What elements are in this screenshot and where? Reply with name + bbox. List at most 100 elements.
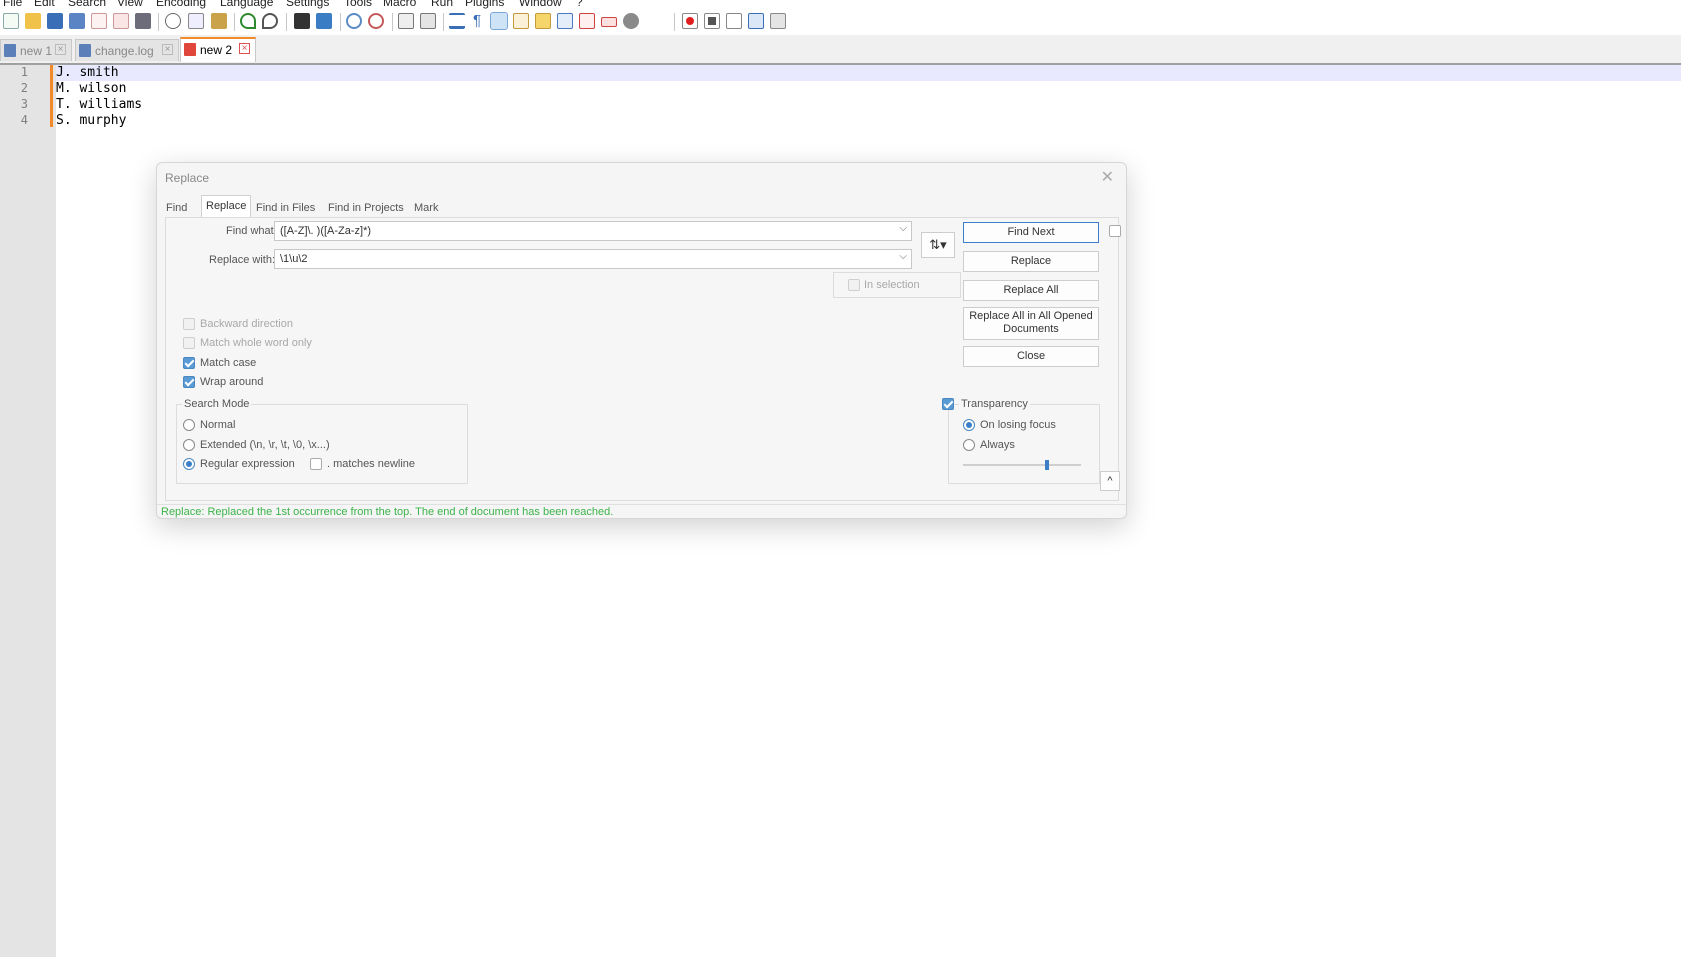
match-case-checkbox[interactable] [183, 357, 195, 369]
run-macro-multiple-icon[interactable] [748, 13, 764, 29]
tab-new-2[interactable]: new 2 × [180, 37, 256, 62]
chevron-down-icon[interactable]: ⌵ [899, 223, 907, 234]
line-number: 1 [20, 65, 28, 79]
regex-mode-radio[interactable] [183, 458, 195, 470]
code-line[interactable]: M. wilson [56, 81, 126, 96]
on-losing-focus-radio[interactable] [963, 419, 975, 431]
show-all-chars-icon[interactable]: ¶ [469, 13, 485, 29]
wrap-around-label: Wrap around [200, 376, 264, 388]
replace-tab-panel: Find what: ([A-Z]\. )([A-Za-z]*) ⌵ Repla… [165, 217, 1121, 501]
monitoring-icon[interactable] [623, 13, 639, 29]
normal-mode-radio[interactable] [183, 419, 195, 431]
wrap-around-checkbox[interactable] [183, 376, 195, 388]
collapse-button[interactable]: ^ [1100, 471, 1120, 491]
match-whole-word-checkbox[interactable] [183, 337, 195, 349]
sync-vertical-icon[interactable] [398, 13, 414, 29]
transparency-checkbox[interactable] [942, 398, 954, 410]
function-list-icon[interactable] [579, 13, 595, 29]
replace-all-opened-button[interactable]: Replace All in All Opened Documents [963, 307, 1099, 340]
close-all-icon[interactable] [113, 13, 129, 29]
transparency-slider[interactable] [963, 460, 1081, 470]
stop-record-icon[interactable] [704, 13, 720, 29]
always-radio[interactable] [963, 439, 975, 451]
menu-plugins[interactable]: Plugins [465, 0, 504, 9]
new-file-icon[interactable] [3, 13, 19, 29]
record-macro-icon[interactable] [682, 13, 698, 29]
find-icon[interactable] [294, 13, 310, 29]
replace-all-button[interactable]: Replace All [963, 280, 1099, 301]
toolbar: ¶ [0, 9, 1681, 35]
in-selection-checkbox[interactable] [848, 279, 860, 291]
undo-icon[interactable] [240, 13, 256, 29]
extended-mode-radio[interactable] [183, 439, 195, 451]
menu-help[interactable]: ? [576, 0, 583, 9]
user-lang-icon[interactable] [513, 13, 529, 29]
close-tab-icon[interactable]: × [239, 43, 250, 54]
tab-change-log[interactable]: change.log × [75, 39, 179, 61]
menu-macro[interactable]: Macro [383, 0, 416, 9]
menu-edit[interactable]: Edit [34, 0, 55, 9]
replace-icon[interactable] [316, 13, 332, 29]
menu-window[interactable]: Window [519, 0, 562, 9]
slider-thumb[interactable] [1045, 460, 1049, 470]
menu-file[interactable]: File [3, 0, 22, 9]
search-mode-title: Search Mode [182, 398, 252, 410]
tab-find-in-projects[interactable]: Find in Projects [323, 197, 409, 219]
folder-workspace-icon[interactable] [601, 17, 617, 27]
find-what-value: ([A-Z]\. )([A-Za-z]*) [280, 225, 372, 237]
paste-icon[interactable] [211, 13, 227, 29]
tab-new-1[interactable]: new 1 × [0, 39, 72, 61]
code-line[interactable]: J. smith [56, 65, 119, 80]
line-number: 4 [20, 113, 28, 127]
find-what-input[interactable]: ([A-Z]\. )([A-Za-z]*) ⌵ [274, 221, 912, 241]
menu-encoding[interactable]: Encoding [156, 0, 206, 9]
menu-view[interactable]: View [117, 0, 143, 9]
close-tab-icon[interactable]: × [162, 44, 173, 55]
play-macro-icon[interactable] [726, 13, 742, 29]
close-button[interactable]: Close [963, 346, 1099, 367]
save-all-icon[interactable] [69, 13, 85, 29]
tab-mark[interactable]: Mark [409, 197, 443, 219]
menu-tools[interactable]: Tools [344, 0, 372, 9]
tab-find-in-files[interactable]: Find in Files [251, 197, 320, 219]
close-icon[interactable]: ✕ [1101, 167, 1114, 187]
menu-settings[interactable]: Settings [286, 0, 329, 9]
swap-button[interactable]: ⇅▾ [921, 232, 955, 258]
matches-newline-checkbox[interactable] [310, 458, 322, 470]
file-icon [79, 44, 91, 57]
tab-find[interactable]: Find [161, 197, 192, 219]
chevron-down-icon[interactable]: ⌵ [899, 251, 907, 262]
replace-with-input[interactable]: \1\u\2 ⌵ [274, 249, 912, 269]
close-icon[interactable] [91, 13, 107, 29]
tab-replace[interactable]: Replace [201, 195, 252, 219]
zoom-in-icon[interactable] [346, 13, 362, 29]
word-wrap-icon[interactable] [449, 13, 465, 29]
redo-icon[interactable] [262, 13, 278, 29]
tab-bar: new 1 × change.log × new 2 × [0, 35, 1681, 65]
menu-run[interactable]: Run [431, 0, 453, 9]
open-file-icon[interactable] [25, 13, 41, 29]
save-icon[interactable] [47, 13, 63, 29]
print-icon[interactable] [135, 13, 151, 29]
replace-with-value: \1\u\2 [280, 253, 308, 265]
menu-language[interactable]: Language [220, 0, 273, 9]
doc-list-icon[interactable] [557, 13, 573, 29]
copy-icon[interactable] [188, 13, 204, 29]
always-label: Always [980, 439, 1015, 451]
find-next-option-checkbox[interactable] [1109, 225, 1121, 237]
save-macro-icon[interactable] [770, 13, 786, 29]
cut-icon[interactable] [165, 13, 181, 29]
menu-search[interactable]: Search [68, 0, 106, 9]
indent-guide-icon[interactable] [490, 12, 508, 30]
backward-direction-checkbox[interactable] [183, 318, 195, 330]
menu-bar: File Edit Search View Encoding Language … [0, 0, 1681, 9]
code-line[interactable]: T. williams [56, 97, 142, 112]
backward-direction-label: Backward direction [200, 318, 293, 330]
zoom-out-icon[interactable] [368, 13, 384, 29]
doc-map-icon[interactable] [535, 13, 551, 29]
close-tab-icon[interactable]: × [55, 44, 66, 55]
sync-horizontal-icon[interactable] [420, 13, 436, 29]
code-line[interactable]: S. murphy [56, 113, 126, 128]
find-next-button[interactable]: Find Next [963, 222, 1099, 243]
replace-button[interactable]: Replace [963, 251, 1099, 272]
